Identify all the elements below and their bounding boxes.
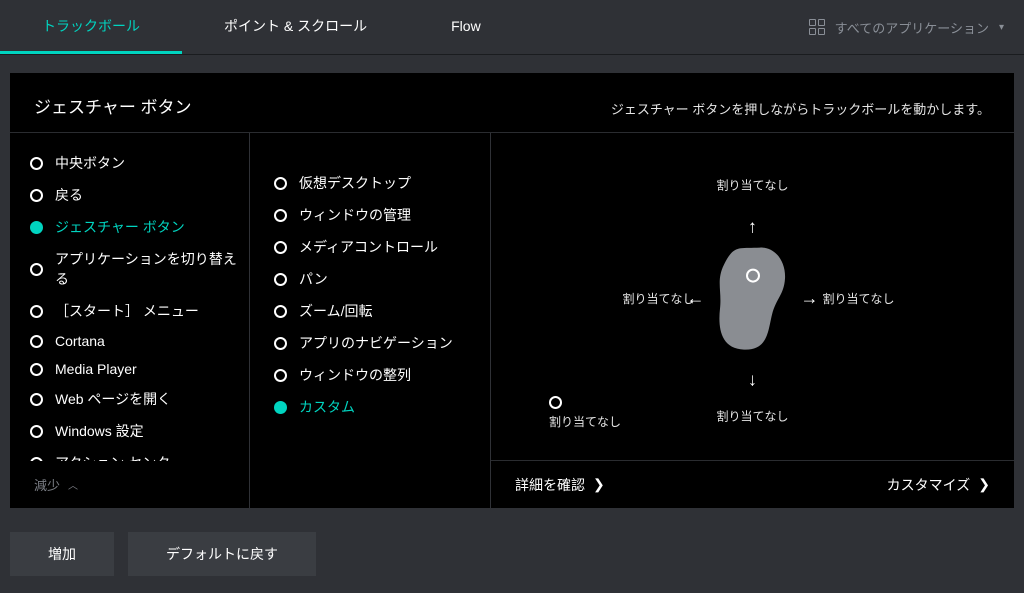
- preset-item[interactable]: ズーム/回転: [274, 295, 480, 327]
- assignment-item[interactable]: ジェスチャー ボタン: [30, 211, 239, 243]
- preset-item-label: カスタム: [299, 397, 355, 417]
- chevron-up-icon: ︿: [68, 477, 78, 492]
- preset-item[interactable]: アプリのナビゲーション: [274, 327, 480, 359]
- assign-down[interactable]: 割り当てなし: [716, 407, 788, 424]
- radio-icon: [274, 401, 287, 414]
- assignment-item[interactable]: Cortana: [30, 327, 239, 355]
- assignment-item[interactable]: Windows 設定: [30, 415, 239, 447]
- tab-point-scroll[interactable]: ポイント & スクロール: [182, 0, 409, 54]
- radio-icon: [274, 369, 287, 382]
- gesture-diagram: ↑ ↓ ← → 割り当てなし 割り当てなし 割り当てなし 割り当てなし: [583, 158, 923, 438]
- radio-icon: [30, 189, 43, 202]
- preset-item[interactable]: ウィンドウの整列: [274, 359, 480, 391]
- chevron-down-icon: ▾: [999, 22, 1004, 33]
- assignment-item-label: Media Player: [55, 361, 137, 377]
- gesture-diagram-pane: ↑ ↓ ← → 割り当てなし 割り当てなし 割り当てなし 割り当てなし 割り当て…: [490, 133, 1014, 508]
- radio-icon: [274, 241, 287, 254]
- preset-item[interactable]: メディアコントロール: [274, 231, 480, 263]
- diagram-footer: 詳細を確認 ❯ カスタマイズ ❯: [491, 460, 1014, 508]
- assign-right[interactable]: 割り当てなし: [822, 290, 894, 307]
- preset-item[interactable]: ウィンドウの管理: [274, 199, 480, 231]
- application-selector[interactable]: すべてのアプリケーション ▾: [809, 0, 1004, 54]
- circle-icon: [549, 396, 562, 409]
- assign-left[interactable]: 割り当てなし: [623, 290, 695, 307]
- gesture-panel: ジェスチャー ボタン ジェスチャー ボタンを押しながらトラックボールを動かします…: [10, 73, 1014, 508]
- arrow-up-icon: ↑: [748, 216, 757, 237]
- less-label: 減少: [34, 475, 60, 494]
- assign-click[interactable]: 割り当てなし: [549, 396, 621, 430]
- radio-icon: [30, 457, 43, 462]
- panel-header: ジェスチャー ボタン ジェスチャー ボタンを押しながらトラックボールを動かします…: [10, 73, 1014, 133]
- radio-icon: [274, 337, 287, 350]
- panel-body: 中央ボタン戻るジェスチャー ボタンアプリケーションを切り替える ［スタート］ メニ…: [10, 133, 1014, 508]
- assignment-item[interactable]: 戻る: [30, 179, 239, 211]
- preset-item[interactable]: 仮想デスクトップ: [274, 167, 480, 199]
- assignment-item-label: Windows 設定: [55, 421, 144, 441]
- assignment-item[interactable]: アプリケーションを切り替える: [30, 243, 239, 295]
- tab-flow[interactable]: Flow: [409, 0, 523, 54]
- radio-icon: [274, 209, 287, 222]
- assignment-item[interactable]: Web ページを開く: [30, 383, 239, 415]
- assignment-item-label: 戻る: [55, 185, 83, 205]
- apps-grid-icon: [809, 19, 825, 35]
- preset-item-label: パン: [299, 269, 328, 289]
- assignment-item[interactable]: ［スタート］ メニュー: [30, 295, 239, 327]
- assignment-item-label: アクション センター: [55, 453, 184, 461]
- assignment-list: 中央ボタン戻るジェスチャー ボタンアプリケーションを切り替える ［スタート］ メニ…: [10, 133, 250, 508]
- restore-default-button[interactable]: デフォルトに戻す: [128, 532, 316, 576]
- chevron-right-icon: ❯: [593, 476, 605, 493]
- arrow-right-icon: →: [801, 288, 819, 309]
- radio-icon: [30, 363, 43, 376]
- more-button[interactable]: 増加: [10, 532, 114, 576]
- gesture-preset-list: 仮想デスクトップウィンドウの管理メディアコントロールパンズーム/回転アプリのナビ…: [250, 133, 490, 508]
- assignment-item[interactable]: 中央ボタン: [30, 147, 239, 179]
- radio-icon: [274, 305, 287, 318]
- radio-icon: [30, 393, 43, 406]
- assignment-item[interactable]: Media Player: [30, 355, 239, 383]
- assign-click-label: 割り当てなし: [549, 415, 621, 429]
- assign-up[interactable]: 割り当てなし: [716, 176, 788, 193]
- preset-item-label: アプリのナビゲーション: [299, 333, 453, 353]
- chevron-right-icon: ❯: [978, 476, 990, 493]
- bottom-button-row: 増加 デフォルトに戻す: [0, 518, 1024, 590]
- assignment-item-label: Web ページを開く: [55, 389, 171, 409]
- radio-icon: [30, 335, 43, 348]
- arrow-down-icon: ↓: [748, 369, 757, 390]
- assignment-item-label: Cortana: [55, 333, 105, 349]
- radio-icon: [30, 263, 43, 276]
- panel-description: ジェスチャー ボタンを押しながらトラックボールを動かします。: [611, 99, 990, 118]
- radio-icon: [30, 425, 43, 438]
- less-toggle[interactable]: 減少 ︿: [30, 461, 239, 508]
- preset-item-label: メディアコントロール: [299, 237, 438, 257]
- assignment-item-label: ［スタート］ メニュー: [55, 301, 199, 321]
- mouse-shape-icon: [714, 244, 792, 352]
- assignment-item-label: ジェスチャー ボタン: [55, 217, 185, 237]
- assignment-item[interactable]: アクション センター: [30, 447, 239, 461]
- preset-item-label: ズーム/回転: [299, 301, 372, 321]
- gesture-button-indicator: [746, 269, 760, 283]
- radio-icon: [30, 221, 43, 234]
- application-selector-label: すべてのアプリケーション: [835, 18, 989, 37]
- preset-item[interactable]: カスタム: [274, 391, 480, 423]
- top-bar: トラックボール ポイント & スクロール Flow すべてのアプリケーション ▾: [0, 0, 1024, 55]
- preset-item-label: ウィンドウの整列: [299, 365, 411, 385]
- assignment-item-label: 中央ボタン: [55, 153, 125, 173]
- main-tabs: トラックボール ポイント & スクロール Flow: [0, 0, 809, 54]
- radio-icon: [30, 157, 43, 170]
- tab-trackball[interactable]: トラックボール: [0, 0, 182, 54]
- assignment-item-label: アプリケーションを切り替える: [55, 249, 239, 289]
- preset-item[interactable]: パン: [274, 263, 480, 295]
- details-link[interactable]: 詳細を確認 ❯: [515, 475, 605, 495]
- radio-icon: [30, 305, 43, 318]
- radio-icon: [274, 177, 287, 190]
- preset-item-label: ウィンドウの管理: [299, 205, 411, 225]
- panel-title: ジェスチャー ボタン: [34, 93, 192, 118]
- radio-icon: [274, 273, 287, 286]
- customize-link[interactable]: カスタマイズ ❯: [887, 475, 990, 495]
- preset-item-label: 仮想デスクトップ: [299, 173, 411, 193]
